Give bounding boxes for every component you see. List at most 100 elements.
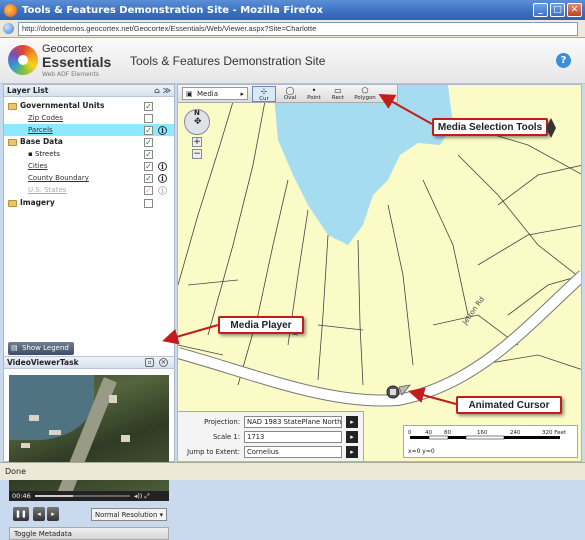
maximize-icon[interactable]: □ <box>550 3 565 17</box>
north-indicator: N <box>194 109 200 117</box>
jump-extent-select[interactable]: Cornelius <box>244 446 342 458</box>
layer-label[interactable]: County Boundary <box>28 172 89 184</box>
tool-polygon[interactable]: ⬠ Polygon <box>350 86 380 102</box>
layer-item-streets[interactable]: ▪ Streets ✓ <box>4 148 174 160</box>
rewind-icon[interactable]: ◂ <box>33 507 45 521</box>
media-tool-label: Media <box>197 90 219 98</box>
projection-go-button[interactable]: ▸ <box>346 416 358 428</box>
collapse-panel-icon[interactable]: ⌂ ≫ <box>154 85 171 97</box>
layer-label[interactable]: U.S. States <box>28 184 66 196</box>
help-icon[interactable]: ? <box>556 53 571 68</box>
scale-go-button[interactable]: ▸ <box>346 431 358 443</box>
layer-label[interactable]: ▪ Streets <box>28 148 60 160</box>
scale-tick-label: 160 <box>477 430 488 436</box>
oval-tool-icon: ◯ <box>285 86 295 95</box>
url-input[interactable]: http://dotnetdemos.geocortex.net/Geocort… <box>18 21 578 36</box>
close-icon[interactable]: ✕ <box>567 3 582 17</box>
layer-label[interactable]: Parcels <box>28 124 53 136</box>
layer-visibility-checkbox[interactable]: ✓ <box>144 126 153 135</box>
layer-visibility-checkbox[interactable]: ✓ <box>144 150 153 159</box>
layer-group-label: Base Data <box>20 137 63 146</box>
layer-item-parcels[interactable]: Parcels ✓ i <box>4 124 174 136</box>
callout-media-player: Media Player <box>218 316 304 334</box>
scale-tick-label: 320 Feet <box>542 430 567 436</box>
video-roof <box>109 395 117 403</box>
info-icon[interactable]: i <box>158 186 167 195</box>
scale-tick-label: 0 <box>408 430 412 436</box>
layer-visibility-checkbox[interactable]: ✓ <box>144 162 153 171</box>
tool-rect[interactable]: ▭ Rect <box>326 86 350 102</box>
layer-group-governmental-units[interactable]: Governmental Units ✓ <box>4 100 174 112</box>
toggle-metadata-button[interactable]: Toggle Metadata <box>9 527 169 540</box>
show-legend-button[interactable]: ▤ Show Legend <box>8 342 74 355</box>
projection-row: Projection: NAD 1983 StatePlane North ▸ <box>178 416 364 429</box>
logo-text-essentials: Essentials <box>42 54 112 70</box>
tool-cursor[interactable]: ⊹ Cur <box>252 86 276 102</box>
pan-control[interactable]: N ✥ <box>184 109 210 135</box>
minimize-icon[interactable]: _ <box>533 3 548 17</box>
show-legend-label: Show Legend <box>22 344 69 352</box>
projection-label: Projection: <box>204 418 240 426</box>
road-label: Jetton Rd <box>461 295 487 327</box>
video-roof <box>121 435 130 442</box>
info-icon[interactable]: i <box>158 174 167 183</box>
video-current-time: 00:46 <box>12 492 31 500</box>
layer-visibility-checkbox[interactable]: ✓ <box>144 102 153 111</box>
info-icon[interactable]: i <box>158 162 167 171</box>
layer-item-county-boundary[interactable]: County Boundary ✓ i <box>4 172 174 184</box>
jump-extent-value: Cornelius <box>247 448 279 456</box>
map-toolbar: ▣ Media ▸ ⊹ Cur ◯ Oval • Point ▭ Rect ⬠ Polyg… <box>178 85 398 103</box>
layer-visibility-checkbox[interactable]: ✓ <box>144 186 153 195</box>
jump-extent-go-button[interactable]: ▸ <box>346 446 358 458</box>
layer-list-header: Layer List ⌂ ≫ <box>4 85 174 97</box>
layer-label[interactable]: Zip Codes <box>28 112 63 124</box>
layer-item-zip-codes[interactable]: Zip Codes <box>4 112 174 124</box>
address-bar: http://dotnetdemos.geocortex.net/Geocort… <box>0 20 585 38</box>
projection-panel: Projection: NAD 1983 StatePlane North ▸ … <box>178 411 364 461</box>
layer-visibility-checkbox[interactable] <box>144 199 153 208</box>
info-icon[interactable]: i <box>158 126 167 135</box>
tool-label: Rect <box>331 95 345 101</box>
tool-label: Oval <box>283 95 297 101</box>
zoom-in-button[interactable]: + <box>192 137 202 147</box>
pause-icon[interactable]: ❚❚ <box>13 507 29 521</box>
layer-label[interactable]: Cities <box>28 160 47 172</box>
scale-input[interactable]: 1713 <box>244 431 342 443</box>
callout-animated-cursor: Animated Cursor <box>456 396 562 414</box>
resolution-select[interactable]: Normal Resolution ▾ <box>91 508 167 521</box>
firefox-icon <box>4 3 17 17</box>
close-panel-icon[interactable]: ✕ <box>159 358 168 367</box>
layer-list-title: Layer List <box>7 86 49 95</box>
volume-icon[interactable]: ◂)) ⤢ <box>134 491 150 501</box>
media-tool-select[interactable]: ▣ Media ▸ <box>182 87 248 100</box>
scale-value: 1713 <box>247 433 265 441</box>
video-seek-slider[interactable] <box>35 495 130 497</box>
video-dock <box>29 415 39 421</box>
logo-text-subtitle: Web ADF Elements <box>42 71 100 78</box>
layer-item-cities[interactable]: Cities ✓ i <box>4 160 174 172</box>
media-icon: ▣ <box>186 90 193 98</box>
window-controls: _ □ ✕ <box>533 3 582 17</box>
layer-label-text: Streets <box>34 150 60 158</box>
lake-water <box>273 85 453 245</box>
folder-icon <box>8 103 17 110</box>
layer-group-base-data[interactable]: Base Data ✓ <box>4 136 174 148</box>
forward-icon[interactable]: ▸ <box>47 507 59 521</box>
pan-arrows-icon: ✥ <box>194 117 202 127</box>
zoom-out-button[interactable]: − <box>192 149 202 159</box>
tool-oval[interactable]: ◯ Oval <box>278 86 302 102</box>
chevron-down-icon: ▾ <box>159 511 163 519</box>
layer-group-imagery[interactable]: Imagery <box>4 197 174 209</box>
layer-visibility-checkbox[interactable] <box>144 114 153 123</box>
projection-select[interactable]: NAD 1983 StatePlane North <box>244 416 342 428</box>
restore-panel-icon[interactable]: ▫ <box>145 358 154 367</box>
map-coordinates: x=0 y=0 <box>408 448 435 455</box>
site-globe-icon <box>3 23 14 34</box>
tool-point[interactable]: • Point <box>302 86 326 102</box>
layer-item-us-states[interactable]: U.S. States ✓ i <box>4 184 174 196</box>
cursor-tool-icon: ⊹ <box>260 87 268 96</box>
window-title: Tools & Features Demonstration Site - Mo… <box>22 4 323 16</box>
layer-visibility-checkbox[interactable]: ✓ <box>144 138 153 147</box>
layer-visibility-checkbox[interactable]: ✓ <box>144 174 153 183</box>
video-viewer-title: VideoViewerTask <box>7 358 79 367</box>
